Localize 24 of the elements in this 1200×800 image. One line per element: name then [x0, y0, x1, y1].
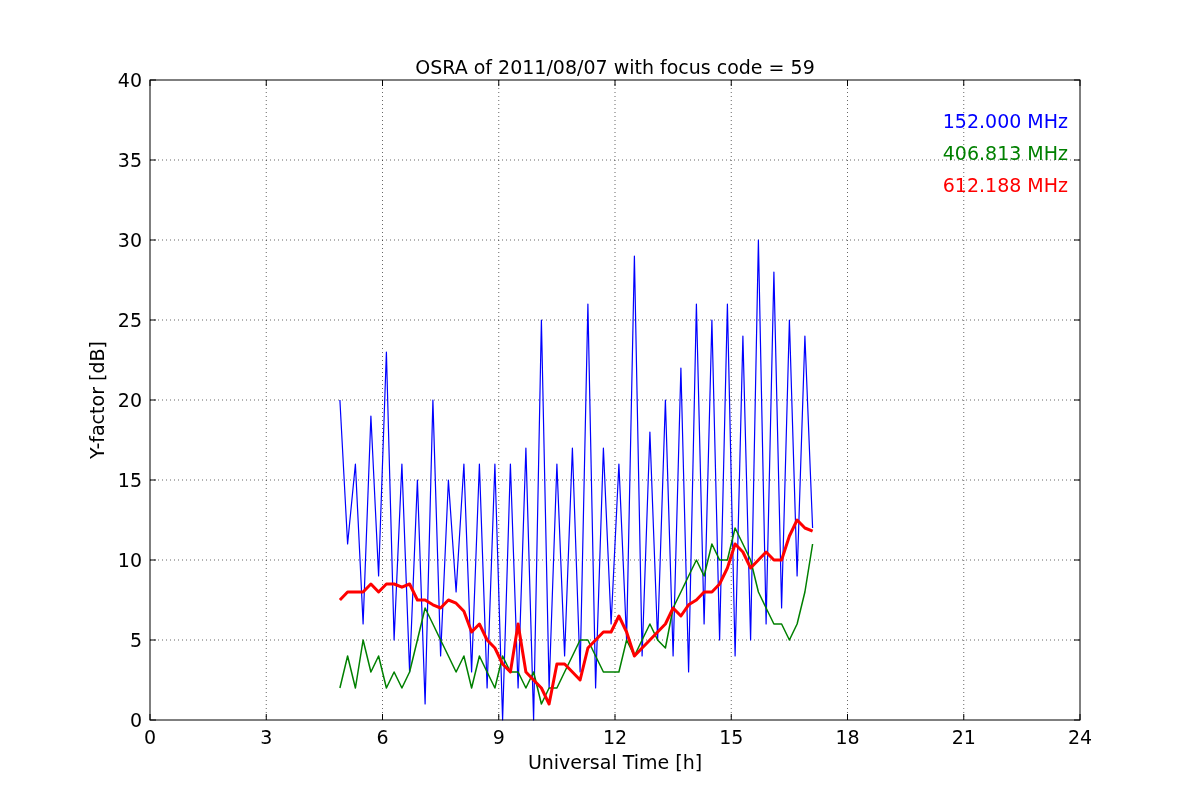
- x-tick-label: 18: [835, 726, 860, 748]
- legend-label: 152.000 MHz: [942, 110, 1068, 132]
- x-tick-label: 9: [492, 726, 505, 748]
- y-tick-label: 30: [117, 229, 142, 251]
- y-tick-label: 10: [117, 549, 142, 571]
- y-axis-label: Y-factor [dB]: [86, 341, 108, 459]
- y-tick-label: 0: [129, 709, 142, 731]
- chart-title: OSRA of 2011/08/07 with focus code = 59: [415, 56, 815, 78]
- y-tick-label: 40: [117, 69, 142, 91]
- x-tick-label: 12: [602, 726, 628, 748]
- x-tick-label: 6: [376, 726, 389, 748]
- legend-label: 406.813 MHz: [942, 142, 1068, 164]
- y-tick-label: 15: [117, 469, 142, 491]
- y-tick-label: 20: [117, 389, 142, 411]
- legend-label: 612.188 MHz: [942, 174, 1068, 196]
- x-axis-label: Universal Time [h]: [527, 751, 703, 773]
- y-tick-label: 35: [117, 149, 142, 171]
- x-tick-label: 15: [719, 726, 744, 748]
- y-tick-label: 25: [117, 309, 142, 331]
- x-tick-label: 21: [951, 726, 976, 748]
- y-tick-label: 5: [129, 629, 142, 651]
- x-tick-label: 0: [143, 726, 157, 748]
- x-tick-label: 24: [1067, 726, 1093, 748]
- x-tick-label: 3: [260, 726, 273, 748]
